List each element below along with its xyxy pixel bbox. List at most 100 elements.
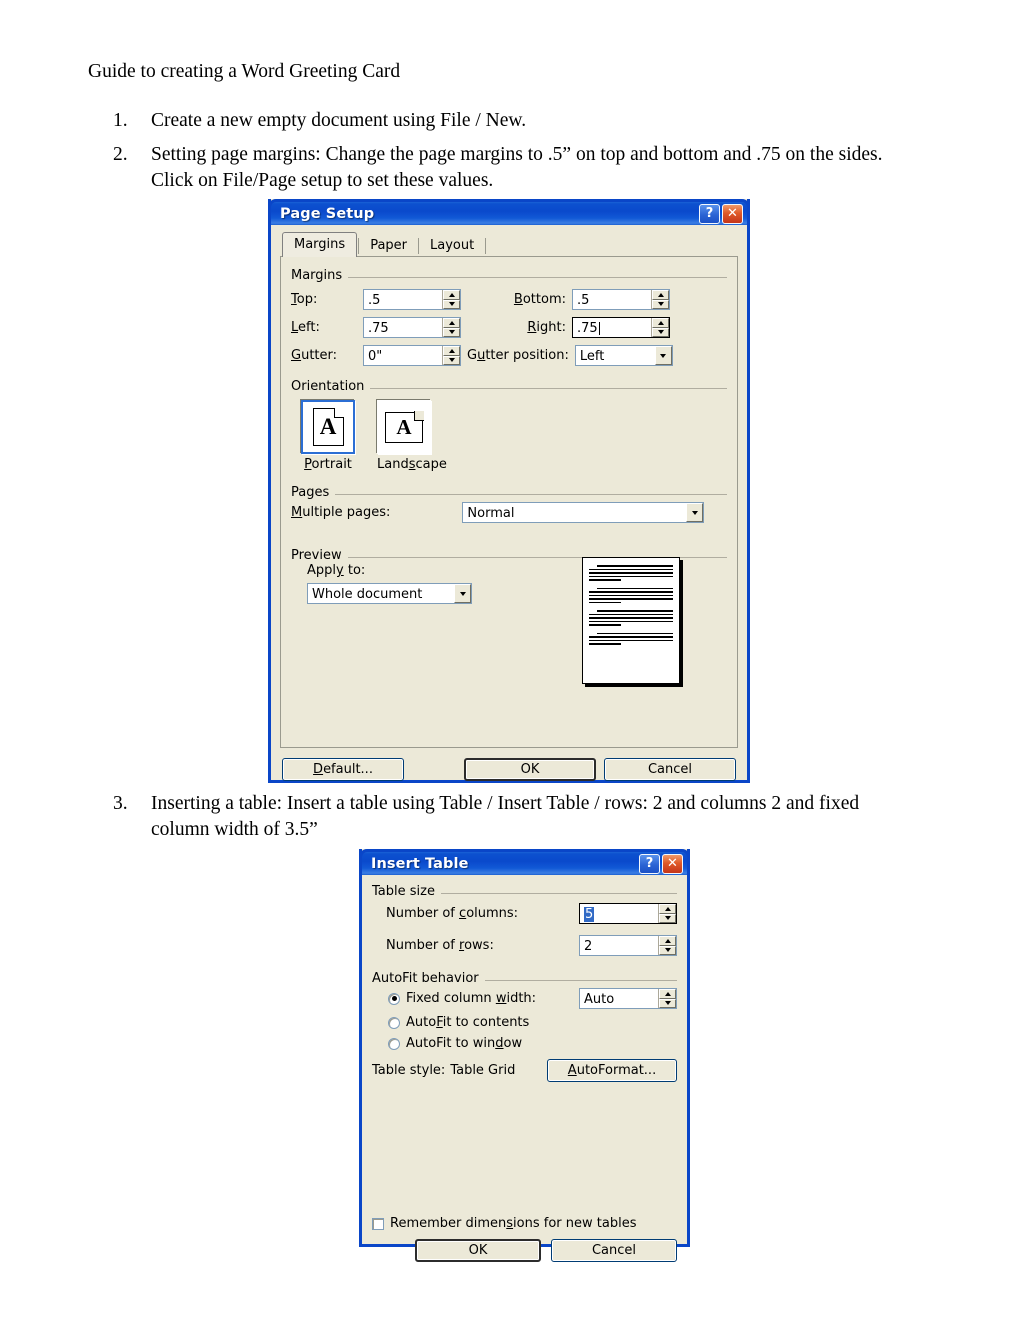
- left-margin-spin-buttons[interactable]: [442, 318, 460, 337]
- columns-stepper[interactable]: 5: [579, 903, 677, 924]
- spin-up-icon[interactable]: [652, 318, 669, 328]
- multiple-pages-select[interactable]: Normal: [462, 502, 705, 523]
- rows-label: Number of rows:: [386, 938, 494, 953]
- bottom-margin-input[interactable]: .5: [573, 290, 651, 309]
- gutter-spin-buttons[interactable]: [442, 346, 460, 365]
- fixed-width-spin-buttons[interactable]: [658, 989, 676, 1008]
- spin-up-icon[interactable]: [652, 290, 669, 300]
- gutter-position-value: Left: [579, 348, 605, 364]
- gutter-stepper[interactable]: 0": [363, 345, 461, 366]
- gutter-position-label: Gutter position:: [467, 348, 569, 363]
- close-icon[interactable]: ✕: [722, 203, 743, 224]
- remember-dimensions-row[interactable]: Remember dimensions for new tables: [372, 1216, 677, 1231]
- margins-group-label: Margins: [291, 268, 349, 283]
- page-setup-footer: Default... OK Cancel: [280, 758, 738, 781]
- autofit-contents-row[interactable]: AutoFit to contents: [372, 1015, 677, 1030]
- autofit-group-content: Fixed column width: Auto AutoFit to cont…: [372, 972, 677, 1082]
- insert-table-titlebar[interactable]: Insert Table ? ✕: [359, 849, 690, 875]
- spin-down-icon[interactable]: [443, 327, 460, 337]
- fixed-width-stepper[interactable]: Auto: [579, 988, 677, 1009]
- columns-spin-buttons[interactable]: [658, 904, 676, 923]
- orientation-group: Orientation A Portrait A Landscape: [291, 379, 727, 472]
- apply-to-value: Whole document: [312, 586, 423, 602]
- autofit-window-row[interactable]: AutoFit to window: [372, 1036, 677, 1051]
- left-margin-input[interactable]: .75: [364, 318, 442, 337]
- tab-paper[interactable]: Paper: [360, 235, 418, 257]
- spin-up-icon[interactable]: [659, 989, 676, 999]
- tabstrip: Margins Paper Layout: [282, 232, 738, 257]
- landscape-icon[interactable]: A: [377, 400, 431, 454]
- spin-down-icon[interactable]: [443, 299, 460, 309]
- right-margin-spin-buttons[interactable]: [651, 318, 669, 337]
- right-margin-label: Right:: [527, 320, 566, 335]
- help-icon[interactable]: ?: [639, 853, 660, 874]
- gutter-position-select[interactable]: Left: [574, 345, 673, 366]
- columns-input[interactable]: 5: [580, 904, 658, 923]
- spin-down-icon[interactable]: [659, 913, 676, 923]
- chevron-down-icon[interactable]: [454, 584, 471, 603]
- multiple-pages-row: Multiple pages: Normal: [291, 502, 727, 523]
- spin-down-icon[interactable]: [443, 355, 460, 365]
- tab-layout[interactable]: Layout: [420, 235, 485, 257]
- rows-stepper[interactable]: 2: [579, 935, 677, 956]
- help-icon[interactable]: ?: [699, 203, 720, 224]
- radio-fixed-column-width[interactable]: [388, 992, 400, 1005]
- autoformat-button[interactable]: AutoFormat...: [547, 1059, 677, 1082]
- table-style-row: Table style: Table Grid AutoFormat...: [372, 1059, 677, 1082]
- cancel-button[interactable]: Cancel: [551, 1239, 677, 1262]
- spin-down-icon[interactable]: [652, 299, 669, 309]
- gutter-input[interactable]: 0": [364, 346, 442, 365]
- spin-up-icon[interactable]: [443, 346, 460, 356]
- spin-up-icon[interactable]: [659, 936, 676, 946]
- left-margin-stepper[interactable]: .75: [363, 317, 461, 338]
- list-item-text: Inserting a table: Insert a table using …: [151, 793, 860, 840]
- spin-down-icon[interactable]: [659, 945, 676, 955]
- orientation-portrait[interactable]: A Portrait: [301, 400, 355, 472]
- autofit-contents-label: AutoFit to contents: [406, 1015, 530, 1030]
- spin-up-icon[interactable]: [659, 904, 676, 914]
- ok-button[interactable]: OK: [415, 1239, 541, 1262]
- spin-up-icon[interactable]: [443, 318, 460, 328]
- spin-up-icon[interactable]: [443, 290, 460, 300]
- list-item-number: 2.: [113, 144, 128, 165]
- rows-spin-buttons[interactable]: [658, 936, 676, 955]
- page-setup-titlebar[interactable]: Page Setup ? ✕: [268, 199, 750, 225]
- close-icon[interactable]: ✕: [662, 853, 683, 874]
- top-margin-input[interactable]: .5: [364, 290, 442, 309]
- top-margin-stepper[interactable]: .5: [363, 289, 461, 310]
- fixed-width-input[interactable]: Auto: [580, 989, 658, 1008]
- apply-to-select[interactable]: Whole document: [307, 583, 472, 604]
- top-margin-spin-buttons[interactable]: [442, 290, 460, 309]
- chevron-down-icon[interactable]: [686, 503, 704, 522]
- insert-table-body: Table size Number of columns: 5 Number o…: [362, 875, 687, 1270]
- default-button[interactable]: Default...: [282, 758, 404, 781]
- bottom-margin-label: Bottom:: [513, 292, 566, 307]
- margins-group: Margins Top: .5 Bottom: .5 Left: .75 Rig…: [291, 268, 727, 366]
- spin-down-icon[interactable]: [652, 327, 669, 337]
- radio-autofit-to-contents[interactable]: [388, 1016, 400, 1029]
- portrait-page-glyph: A: [312, 407, 344, 446]
- tab-divider: [485, 238, 487, 254]
- tab-margins[interactable]: Margins: [282, 232, 358, 257]
- margin-row-left-right: Left: .75 Right: .75: [291, 317, 727, 338]
- spin-down-icon[interactable]: [659, 998, 676, 1008]
- orientation-landscape[interactable]: A Landscape: [377, 400, 447, 472]
- radio-autofit-to-window[interactable]: [388, 1037, 400, 1050]
- gutter-label: Gutter:: [291, 348, 338, 363]
- insert-table-dialog: Insert Table ? ✕ Table size Number of co…: [359, 849, 690, 1262]
- cancel-button[interactable]: Cancel: [604, 758, 736, 781]
- right-margin-input[interactable]: .75: [573, 318, 651, 337]
- bottom-margin-stepper[interactable]: .5: [572, 289, 670, 310]
- remember-dimensions-checkbox[interactable]: [372, 1217, 384, 1230]
- bottom-margin-spin-buttons[interactable]: [651, 290, 669, 309]
- columns-label: Number of columns:: [386, 906, 519, 921]
- right-margin-stepper[interactable]: .75: [572, 317, 670, 338]
- ok-button[interactable]: OK: [464, 758, 596, 781]
- table-size-group-label: Table size: [372, 884, 441, 899]
- margin-row-gutter: Gutter: 0" Gutter position: Left: [291, 345, 727, 366]
- rows-input[interactable]: 2: [580, 936, 658, 955]
- chevron-down-icon[interactable]: [654, 346, 672, 365]
- portrait-icon[interactable]: A: [301, 400, 355, 454]
- page-setup-dialog: Page Setup ? ✕ Margins Paper Layout Marg…: [268, 199, 750, 783]
- autofit-group: AutoFit behavior Fixed column width: Aut…: [372, 971, 677, 1082]
